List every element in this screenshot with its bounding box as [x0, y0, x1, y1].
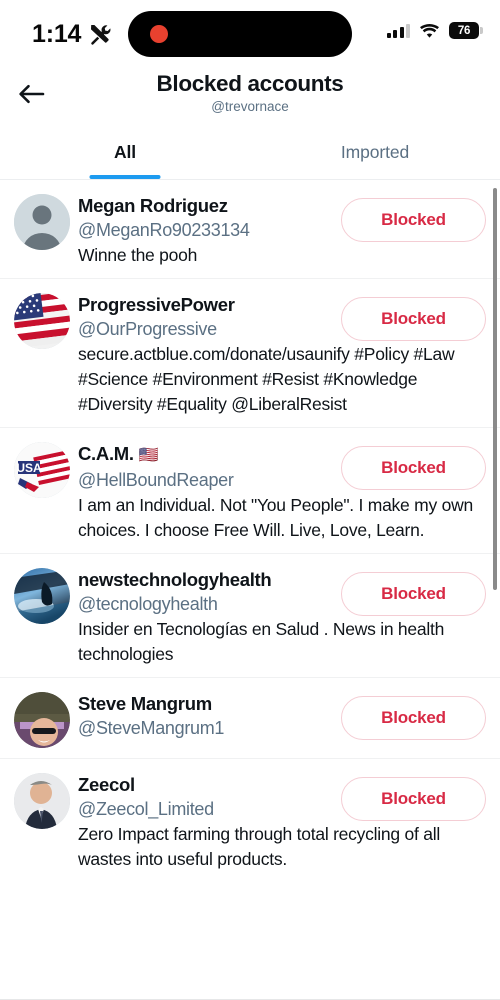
- account-bio: Insider en Tecnologías en Salud . News i…: [78, 619, 445, 664]
- tab-all-label: All: [113, 141, 137, 162]
- list-item-body: newstechnologyhealth @tecnologyhealth Bl…: [78, 568, 486, 667]
- dynamic-island: [128, 11, 352, 57]
- blocked-button[interactable]: Blocked: [341, 696, 486, 740]
- recording-indicator: [150, 25, 168, 43]
- svg-text:USA: USA: [16, 461, 42, 475]
- blocked-button-label: Blocked: [381, 708, 446, 727]
- list-item[interactable]: Zeecol @Zeecol_Limited Blocked Zero Impa…: [0, 758, 500, 882]
- tab-bar: All Imported: [0, 125, 500, 180]
- blocked-accounts-list: Megan Rodriguez @MeganRo90233134 Blocked…: [0, 180, 500, 882]
- blocked-button[interactable]: Blocked: [341, 297, 486, 341]
- avatar[interactable]: [14, 773, 70, 829]
- list-item-body: C.A.M. 🇺🇸 @HellBoundReaper Blocked I am …: [78, 442, 486, 543]
- avatar[interactable]: [14, 293, 70, 349]
- display-name: Zeecol: [78, 774, 135, 795]
- blocked-button-label: Blocked: [381, 210, 446, 229]
- account-bio: Zero Impact farming through total recycl…: [78, 824, 440, 869]
- blocked-button[interactable]: Blocked: [341, 572, 486, 616]
- blocked-button-label: Blocked: [381, 309, 446, 328]
- avatar[interactable]: [14, 194, 70, 250]
- account-names: C.A.M. 🇺🇸 @HellBoundReaper: [78, 442, 335, 492]
- photo-sunglasses-avatar-icon: [14, 692, 70, 748]
- avatar[interactable]: USA: [14, 442, 70, 498]
- tab-imported-label: Imported: [340, 141, 410, 162]
- header-title-block: Blocked accounts @trevornace: [157, 68, 344, 116]
- list-item-body: Steve Mangrum @SteveMangrum1 Blocked: [78, 692, 486, 748]
- account-names: ProgressivePower @OurProgressive: [78, 293, 335, 341]
- account-bio: I am an Individual. Not "You People". I …: [78, 495, 473, 540]
- avatar[interactable]: [14, 692, 70, 748]
- list-item-body: Megan Rodriguez @MeganRo90233134 Blocked…: [78, 194, 486, 268]
- list-item[interactable]: ProgressivePower @OurProgressive Blocked…: [0, 278, 500, 427]
- back-arrow-icon: [18, 83, 45, 105]
- status-bar-clock: 1:14: [32, 19, 82, 48]
- blocked-button-label: Blocked: [381, 584, 446, 603]
- display-name: C.A.M. 🇺🇸: [78, 442, 335, 468]
- tab-all[interactable]: All: [0, 125, 250, 179]
- status-bar-right: 76: [386, 22, 483, 39]
- status-bar-left: 1:14: [32, 20, 112, 49]
- battery-percent-label: 76: [457, 24, 471, 37]
- photo-suit-avatar-icon: [14, 773, 70, 829]
- blocked-button-label: Blocked: [381, 789, 446, 808]
- display-name: ProgressivePower: [78, 294, 235, 315]
- account-handle: @Zeecol_Limited: [78, 799, 214, 819]
- page-header: Blocked accounts @trevornace: [0, 68, 500, 125]
- account-names: Steve Mangrum @SteveMangrum1: [78, 692, 335, 740]
- list-item[interactable]: Megan Rodriguez @MeganRo90233134 Blocked…: [0, 180, 500, 278]
- blocked-button[interactable]: Blocked: [341, 777, 486, 821]
- avatar[interactable]: [14, 568, 70, 624]
- list-item-body: ProgressivePower @OurProgressive Blocked…: [78, 293, 486, 417]
- battery-icon: 76: [449, 22, 483, 39]
- page-subtitle-handle: @trevornace: [211, 99, 289, 114]
- list-item[interactable]: Steve Mangrum @SteveMangrum1 Blocked: [0, 677, 500, 758]
- app-root: 1:14 76 Blocked accounts @trevornace All…: [0, 0, 500, 1000]
- cellular-signal-icon: [386, 23, 410, 38]
- tools-icon: [88, 22, 112, 46]
- display-name: Megan Rodriguez: [78, 195, 228, 216]
- wifi-icon: [419, 23, 440, 39]
- blocked-button-label: Blocked: [381, 458, 446, 477]
- account-handle: @OurProgressive: [78, 319, 217, 339]
- vertical-scrollbar[interactable]: [493, 188, 497, 590]
- blocked-button[interactable]: Blocked: [341, 446, 486, 490]
- account-bio: secure.actblue.com/donate/usaunify #Poli…: [78, 344, 455, 414]
- display-name: Steve Mangrum: [78, 693, 212, 714]
- tab-imported[interactable]: Imported: [250, 125, 500, 179]
- account-handle: @SteveMangrum1: [78, 718, 225, 738]
- account-bio: Winne the pooh: [78, 245, 198, 265]
- account-handle: @HellBoundReaper: [78, 470, 234, 490]
- list-item[interactable]: newstechnologyhealth @tecnologyhealth Bl…: [0, 553, 500, 677]
- page-title: Blocked accounts: [156, 71, 344, 96]
- default-person-avatar-icon: [14, 194, 70, 250]
- usa-logo-avatar-icon: USA: [14, 442, 70, 498]
- blue-tech-avatar-icon: [14, 568, 70, 624]
- account-handle: @tecnologyhealth: [78, 594, 218, 614]
- us-flag-avatar-icon: [14, 293, 70, 349]
- back-button[interactable]: [8, 74, 54, 114]
- blocked-button[interactable]: Blocked: [341, 198, 486, 242]
- status-bar: 1:14 76: [0, 0, 500, 68]
- display-name: newstechnologyhealth: [78, 569, 272, 590]
- account-names: Zeecol @Zeecol_Limited: [78, 773, 335, 821]
- account-names: Megan Rodriguez @MeganRo90233134: [78, 194, 335, 242]
- us-flag-emoji-icon: 🇺🇸: [138, 447, 159, 464]
- list-item[interactable]: USA C.A.M. 🇺🇸 @HellBoundReaper Blocked I…: [0, 427, 500, 553]
- list-item-body: Zeecol @Zeecol_Limited Blocked Zero Impa…: [78, 773, 486, 872]
- display-name-text: C.A.M.: [78, 443, 134, 464]
- account-names: newstechnologyhealth @tecnologyhealth: [78, 568, 335, 616]
- account-handle: @MeganRo90233134: [78, 220, 250, 240]
